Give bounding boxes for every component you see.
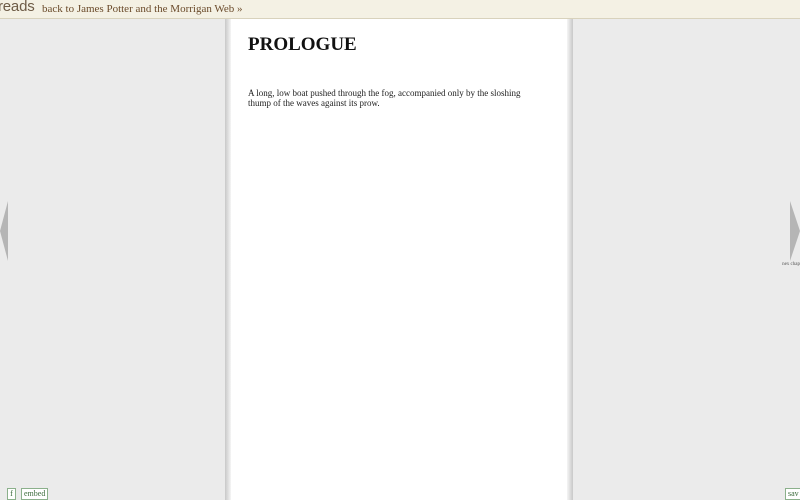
- back-to-story-link[interactable]: back to James Potter and the Morrigan We…: [42, 3, 243, 15]
- page-shadow-right: [567, 19, 573, 500]
- chapter-title: PROLOGUE: [248, 34, 357, 55]
- triangle-right-icon: [790, 201, 800, 261]
- chapter-text: A long, low boat pushed through the fog,…: [248, 88, 521, 108]
- site-logo[interactable]: reads: [0, 0, 35, 15]
- top-bar: reads back to James Potter and the Morri…: [0, 0, 800, 19]
- next-chapter-caption: nex chap: [782, 262, 800, 267]
- previous-page-arrow[interactable]: [0, 201, 12, 261]
- reader-page: PROLOGUE A long, low boat pushed through…: [231, 19, 567, 500]
- triangle-left-icon: [0, 201, 8, 261]
- next-page-arrow[interactable]: [788, 201, 800, 261]
- facebook-button[interactable]: f: [7, 488, 16, 500]
- save-button[interactable]: sav: [785, 488, 800, 500]
- embed-button[interactable]: embed: [21, 488, 49, 500]
